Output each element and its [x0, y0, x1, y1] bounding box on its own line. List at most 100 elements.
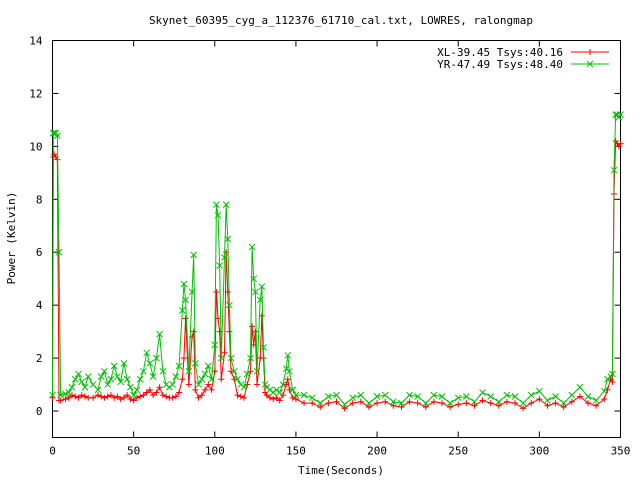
data-point	[406, 398, 413, 405]
series-1	[49, 138, 624, 412]
data-point	[309, 400, 316, 407]
data-point	[84, 373, 92, 380]
data-point	[512, 400, 519, 407]
data-point	[75, 370, 82, 378]
data-point	[249, 323, 256, 330]
data-point	[286, 386, 293, 393]
data-point	[190, 328, 197, 335]
plot-frame	[52, 40, 621, 438]
data-point	[301, 400, 308, 407]
x-tick-label: 100	[205, 445, 225, 458]
data-point	[180, 355, 187, 362]
data-point	[169, 394, 176, 401]
data-point	[198, 375, 206, 383]
data-point	[487, 400, 494, 407]
data-point	[78, 378, 86, 386]
data-point	[208, 386, 215, 393]
data-point	[455, 401, 462, 408]
data-point	[568, 391, 576, 399]
data-point	[182, 315, 189, 322]
x-axis-label: Time(Seconds)	[298, 464, 384, 477]
data-point	[94, 392, 101, 399]
data-point	[137, 393, 144, 400]
chart-svg: Skynet_60395_cyg_a_112376_61710_cal.txt,…	[5, 14, 630, 477]
data-point	[185, 381, 192, 388]
series-line	[52, 114, 621, 406]
data-point	[308, 394, 316, 402]
x-tick-label: 350	[611, 445, 631, 458]
data-point	[253, 381, 260, 388]
data-point	[127, 383, 134, 391]
data-point	[349, 400, 356, 407]
chart-title: Skynet_60395_cyg_a_112376_61710_cal.txt,…	[149, 14, 533, 27]
data-point	[414, 400, 421, 407]
data-point	[568, 398, 575, 405]
data-point	[156, 384, 163, 391]
data-point	[72, 393, 79, 400]
x-tick-label: 200	[367, 445, 387, 458]
data-point	[179, 376, 186, 383]
data-point	[584, 393, 592, 400]
data-point	[169, 381, 176, 388]
data-point	[520, 405, 527, 412]
chart-container: Skynet_60395_cyg_a_112376_61710_cal.txt,…	[0, 0, 640, 480]
x-tick-label: 50	[127, 445, 140, 458]
data-point	[438, 400, 445, 407]
data-point	[163, 393, 170, 400]
data-point	[114, 373, 121, 380]
y-tick-label: 8	[36, 193, 43, 206]
data-point	[104, 393, 111, 400]
data-point	[349, 394, 357, 402]
x-tick-label: 300	[529, 445, 549, 458]
data-point	[544, 397, 551, 404]
data-point	[68, 383, 76, 391]
data-point	[430, 398, 437, 405]
data-point	[276, 389, 284, 396]
legend: XL-39.45 Tsys:40.16YR-47.49 Tsys:48.40	[437, 46, 609, 71]
data-point	[146, 360, 154, 367]
data-point	[270, 396, 277, 403]
data-point	[325, 400, 332, 407]
data-point	[237, 393, 244, 400]
y-tick-label: 0	[36, 405, 43, 418]
data-point	[503, 398, 510, 405]
y-tick-label: 10	[29, 140, 42, 153]
y-tick-label: 2	[36, 352, 43, 365]
data-point	[228, 368, 235, 375]
y-tick-label: 4	[36, 299, 43, 312]
axis-ticks: 0 50 100 150 200 250 300 350 0 2 4 6 8 10 12 14	[29, 35, 630, 458]
data-point	[527, 391, 535, 399]
data-point	[71, 375, 79, 383]
series-2	[49, 111, 624, 408]
data-point	[592, 397, 600, 404]
data-point	[221, 349, 228, 356]
data-point	[172, 373, 180, 380]
data-point	[382, 398, 389, 405]
data-point	[81, 383, 89, 391]
data-point	[479, 389, 486, 396]
data-point	[192, 386, 199, 393]
data-point	[213, 288, 220, 295]
data-point	[240, 394, 247, 401]
data-point	[159, 392, 166, 399]
data-point	[528, 400, 535, 407]
legend-label: YR-47.49 Tsys:48.40	[437, 58, 563, 71]
data-point	[205, 381, 212, 388]
x-tick-label: 250	[448, 445, 468, 458]
x-tick-label: 150	[286, 445, 306, 458]
data-point	[130, 391, 137, 399]
data-point	[576, 383, 584, 391]
data-point	[357, 391, 365, 399]
data-point	[136, 375, 144, 383]
x-tick-label: 0	[49, 445, 56, 458]
data-point	[463, 400, 470, 407]
data-point	[81, 393, 88, 400]
data-point	[101, 367, 108, 375]
y-tick-label: 6	[36, 246, 43, 259]
series-layer	[49, 111, 624, 412]
data-point	[133, 386, 141, 394]
data-point	[234, 392, 241, 399]
data-point	[519, 399, 527, 407]
legend-marker	[587, 49, 593, 55]
y-tick-label: 12	[29, 87, 42, 100]
